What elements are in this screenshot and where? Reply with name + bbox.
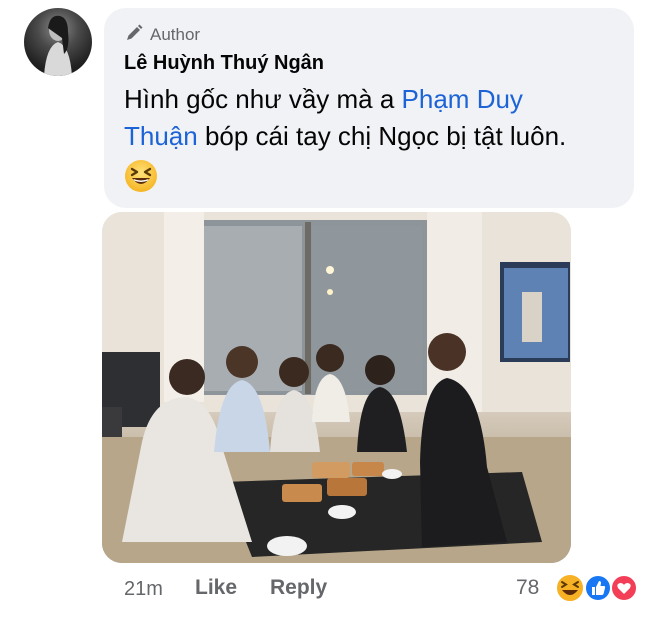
- author-name[interactable]: Lê Huỳnh Thuý Ngân: [124, 52, 614, 75]
- comment-text-before: Hình gốc như vầy mà a: [124, 84, 402, 114]
- attached-photo[interactable]: [102, 212, 571, 563]
- author-badge-label: Author: [150, 25, 201, 44]
- reaction-icons[interactable]: [552, 572, 640, 604]
- love-reaction-icon: [610, 574, 638, 602]
- pencil-icon: [124, 23, 144, 48]
- author-badge: Author: [124, 24, 614, 46]
- comment-bubble: Author Lê Huỳnh Thuý Ngân Hình gốc như v…: [104, 8, 634, 208]
- author-avatar[interactable]: [24, 8, 92, 76]
- comment-timestamp[interactable]: 21m: [124, 578, 163, 601]
- comment-footer: 21m Like Reply 78: [0, 570, 660, 610]
- haha-reaction-icon: [555, 573, 585, 603]
- like-reaction-icon: [584, 574, 612, 602]
- reaction-count[interactable]: 78: [516, 576, 539, 600]
- grinning-squinting-face-icon: [124, 160, 158, 197]
- comment-text: Hình gốc như vầy mà a Phạm Duy Thuận bóp…: [124, 81, 594, 155]
- like-button[interactable]: Like: [195, 576, 237, 600]
- comment-text-after: bóp cái tay chị Ngọc bị tật luôn.: [197, 121, 567, 151]
- reply-button[interactable]: Reply: [270, 576, 327, 600]
